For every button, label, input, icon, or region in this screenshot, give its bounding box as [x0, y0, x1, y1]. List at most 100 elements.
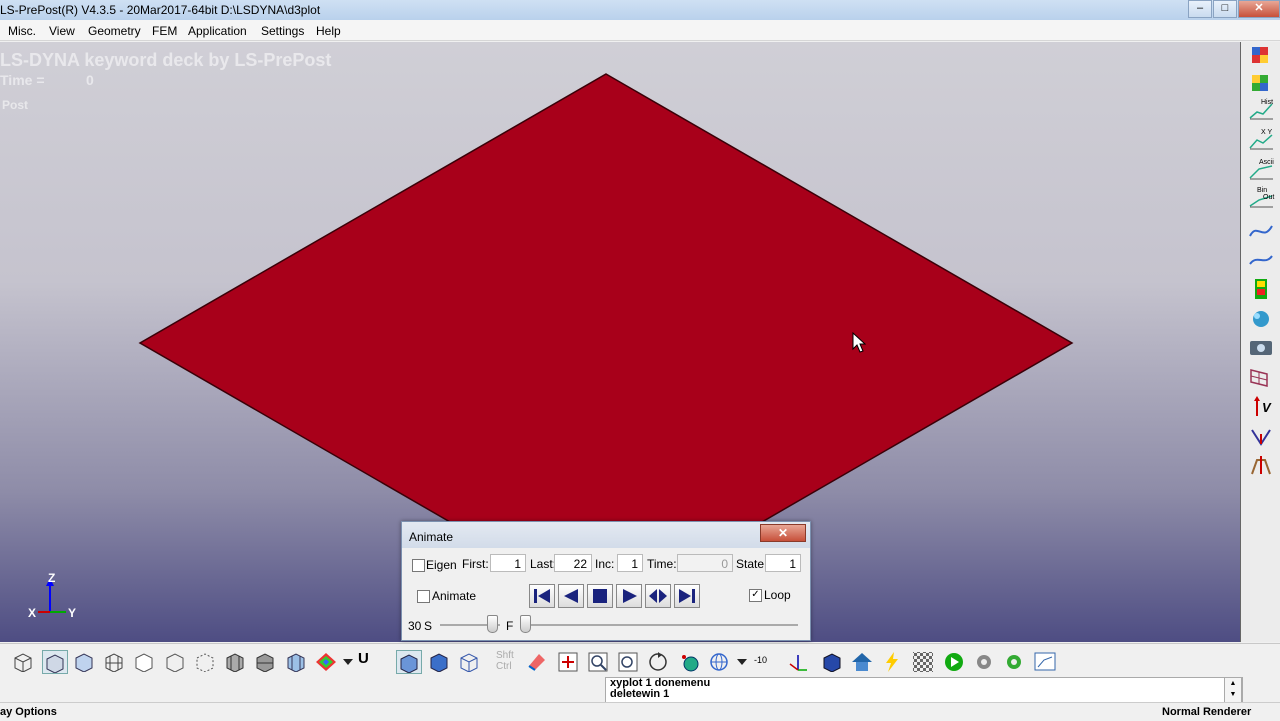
loop-label: Loop: [764, 588, 791, 602]
lightning-icon[interactable]: [880, 650, 904, 672]
menu-misc[interactable]: Misc.: [8, 24, 36, 38]
contour-icon[interactable]: [314, 650, 338, 672]
axis-icon[interactable]: [786, 650, 810, 672]
status-left: ay Options: [0, 706, 57, 718]
camera-icon[interactable]: [1247, 336, 1275, 358]
stop-button[interactable]: [587, 584, 613, 608]
loop-checkbox[interactable]: ✓: [749, 589, 762, 602]
blue-mesh-cube-icon[interactable]: [284, 650, 308, 672]
contour-dropdown-icon[interactable]: [340, 650, 356, 672]
gear-icon[interactable]: [972, 650, 996, 672]
cut-plane-icon[interactable]: [1247, 454, 1275, 476]
post-label: Post: [2, 98, 29, 112]
command-console[interactable]: xyplot 1 donemenu deletewin 1: [605, 677, 1243, 703]
add-icon[interactable]: [556, 650, 580, 672]
curve-2-icon[interactable]: [1247, 248, 1275, 270]
menu-help[interactable]: Help: [316, 24, 341, 38]
inc-field[interactable]: 1: [617, 554, 643, 572]
shaded-cube-2-icon[interactable]: [253, 650, 277, 672]
last-frame-button[interactable]: [674, 584, 700, 608]
dotted-cube-icon[interactable]: [193, 650, 217, 672]
window-controls: – □ ✕: [1187, 0, 1280, 18]
checker-icon[interactable]: [911, 650, 935, 672]
menu-fem[interactable]: FEM: [152, 24, 177, 38]
menu-view[interactable]: View: [49, 24, 75, 38]
chart-window-icon[interactable]: [1033, 650, 1057, 672]
ascii-plot-icon[interactable]: Ascii: [1247, 159, 1275, 182]
model-cube-2-icon[interactable]: [1247, 72, 1275, 94]
angle-value[interactable]: -10: [754, 650, 780, 672]
blue-cube-icon[interactable]: [427, 650, 451, 672]
speed-slider-thumb[interactable]: [487, 615, 498, 633]
axis-y-label: Y: [68, 606, 77, 620]
animate-checkbox[interactable]: [417, 590, 430, 603]
home-icon[interactable]: [850, 650, 874, 672]
vector-icon[interactable]: [1247, 426, 1275, 448]
xy-plot-icon[interactable]: X Y: [1247, 129, 1275, 152]
time-field-label: Time:: [647, 557, 677, 571]
fringe-icon[interactable]: [1247, 278, 1275, 300]
last-label: Last:: [530, 557, 557, 571]
first-frame-button[interactable]: [529, 584, 555, 608]
menu-geometry[interactable]: Geometry: [88, 24, 141, 38]
state-field[interactable]: 1: [765, 554, 801, 572]
mesh-cube-icon[interactable]: [102, 650, 126, 672]
close-window-button[interactable]: ✕: [1238, 0, 1280, 18]
shaded-cube-icon[interactable]: [223, 650, 247, 672]
speed-unit: S: [424, 619, 433, 633]
title-bar: LS-PrePost(R) V4.3.5 - 20Mar2017-64bit D…: [0, 0, 1280, 20]
animate-label: Animate: [432, 589, 477, 603]
eraser-icon[interactable]: [525, 650, 549, 672]
rotate-icon[interactable]: [646, 650, 670, 672]
time-label: Time =: [0, 72, 45, 88]
inc-label: Inc:: [595, 557, 615, 571]
shift-ctrl-indicator: Shft Ctrl: [496, 650, 514, 672]
view-dropdown-icon[interactable]: [734, 650, 750, 672]
frame-slider-track[interactable]: [520, 624, 798, 626]
zoom-window-icon[interactable]: [616, 650, 640, 672]
time-value: 0: [86, 72, 94, 88]
play-button[interactable]: [616, 584, 642, 608]
iso-cube-icon[interactable]: [820, 650, 844, 672]
outline-cube-icon[interactable]: [132, 650, 156, 672]
animate-dialog-header[interactable]: Animate ✕: [402, 522, 810, 548]
menu-bar: Misc. View Geometry FEM Application Sett…: [0, 20, 1280, 41]
curve-icon[interactable]: [1247, 220, 1275, 242]
velocity-icon[interactable]: V: [1247, 396, 1275, 418]
console-line: deletewin 1: [610, 688, 670, 700]
history-plot-icon[interactable]: Hist: [1247, 99, 1275, 122]
wire-blue-cube-icon[interactable]: [457, 650, 481, 672]
rock-button[interactable]: [645, 584, 671, 608]
status-bar: ay Options Normal Renderer: [0, 702, 1280, 721]
u-label[interactable]: U: [358, 650, 382, 672]
green-play-icon[interactable]: [942, 650, 966, 672]
outline-cube-2-icon[interactable]: [163, 650, 187, 672]
cube-front-icon[interactable]: [72, 650, 96, 672]
splash-icon[interactable]: [1247, 308, 1275, 330]
globe-icon[interactable]: [677, 650, 701, 672]
window-title: LS-PrePost(R) V4.3.5 - 20Mar2017-64bit D…: [0, 3, 321, 17]
wire-sphere-icon[interactable]: [707, 650, 731, 672]
right-toolbar: Hist X Y Ascii Bin Out V: [1241, 42, 1280, 642]
cube-view-icon[interactable]: [42, 650, 68, 674]
frame-slider-thumb[interactable]: [520, 615, 531, 633]
maximize-button[interactable]: □: [1213, 0, 1237, 18]
menu-settings[interactable]: Settings: [261, 24, 304, 38]
animate-close-button[interactable]: ✕: [760, 524, 806, 542]
minimize-button[interactable]: –: [1188, 0, 1212, 18]
step-back-button[interactable]: [558, 584, 584, 608]
mesh-icon[interactable]: [1247, 366, 1275, 388]
green-gear-icon[interactable]: [1002, 650, 1026, 672]
console-scrollbar[interactable]: ▲ ▼: [1224, 677, 1242, 703]
solid-blue-cube-icon[interactable]: [396, 650, 422, 674]
wire-cube-icon[interactable]: [11, 650, 35, 672]
binout-plot-icon[interactable]: Bin Out: [1247, 187, 1275, 210]
last-field[interactable]: 22: [554, 554, 592, 572]
frame-label: F: [506, 619, 514, 633]
eigen-label: Eigen: [426, 558, 457, 572]
model-cube-icon[interactable]: [1247, 44, 1275, 66]
zoom-icon[interactable]: [586, 650, 610, 672]
eigen-checkbox[interactable]: [412, 559, 425, 572]
menu-application[interactable]: Application: [188, 24, 247, 38]
first-field[interactable]: 1: [490, 554, 526, 572]
